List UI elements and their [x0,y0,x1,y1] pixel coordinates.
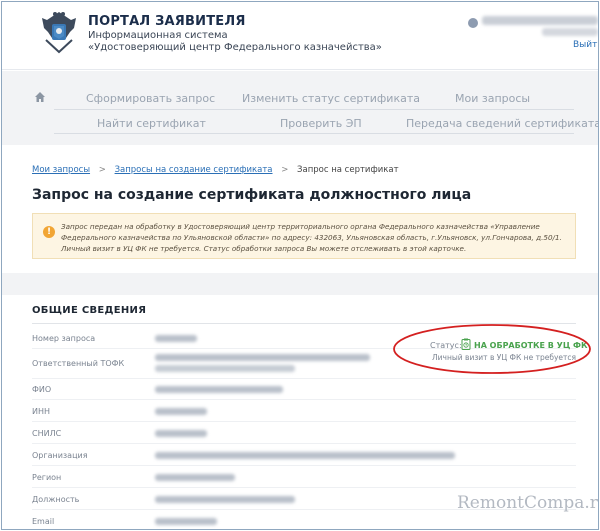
row-divider [32,465,576,466]
nav-divider [54,109,574,110]
nav-transfer-cert-info[interactable]: Передача сведений сертификата [406,117,598,130]
logout-link[interactable]: Выйти [573,40,598,50]
field-label-inn: ИНН [32,407,51,416]
field-label-position: Должность [32,495,80,504]
field-label-organization: Организация [32,451,88,460]
field-label-request-number: Номер запроса [32,334,96,343]
nav-change-status[interactable]: Изменить статус сертификата [242,92,420,105]
page-title: Запрос на создание сертификата должностн… [32,187,472,203]
field-value-organization [155,452,455,459]
warning-icon: ! [43,226,55,238]
row-divider [32,443,576,444]
breadcrumb-current: Запрос на сертификат [297,165,399,175]
breadcrumb: Мои запросы > Запросы на создание сертиф… [32,165,399,175]
user-role-blurred [542,28,598,36]
annotation-ellipse [393,324,591,374]
portal-title: ПОРТАЛ ЗАЯВИТЕЛЯ [88,14,246,29]
emblem-icon [42,12,76,54]
portal-subtitle-line1: Информационная система [88,30,228,41]
header: ПОРТАЛ ЗАЯВИТЕЛЯ Информационная система … [2,2,598,70]
field-label-region: Регион [32,473,62,482]
breadcrumb-create-requests[interactable]: Запросы на создание сертификата [115,165,273,175]
row-divider [32,399,576,400]
main-nav: Сформировать запрос Изменить статус серт… [2,71,598,145]
nav-divider-bottom [54,133,574,134]
browser-frame: ПОРТАЛ ЗАЯВИТЕЛЯ Информационная система … [1,1,599,530]
section-title-general: ОБЩИЕ СВЕДЕНИЯ [32,305,147,316]
portal-subtitle: Информационная система «Удостоверяющий ц… [88,30,382,54]
row-divider [32,487,576,488]
breadcrumb-separator: > [281,165,289,175]
notice-text: Запрос передан на обработку в Удостоверя… [61,222,562,253]
nav-find-certificate[interactable]: Найти сертификат [97,117,206,130]
user-name-blurred [482,16,598,25]
info-notice: ! Запрос передан на обработку в Удостове… [32,213,576,259]
field-value-request-number [155,335,197,342]
field-value-tofk-2 [155,365,295,372]
field-value-region [155,474,235,481]
breadcrumb-my-requests[interactable]: Мои запросы [32,165,90,175]
field-value-email [155,518,217,525]
nav-verify-signature[interactable]: Проверить ЭП [280,117,362,130]
portal-subtitle-line2: «Удостоверяющий центр Федерального казна… [88,42,382,53]
field-label-email: Email [32,517,55,526]
home-icon[interactable] [34,91,46,103]
field-label-fio: ФИО [32,385,52,394]
field-value-fio [155,386,283,393]
watermark: RemontCompa.ru [457,493,599,513]
row-divider [32,378,576,379]
field-value-position [155,496,295,503]
section-divider [2,273,598,295]
nav-my-requests[interactable]: Мои запросы [455,92,530,105]
breadcrumb-separator: > [98,165,106,175]
field-value-snils [155,430,207,437]
field-label-tofk: Ответственный ТОФК [32,359,125,368]
field-label-snils: СНИЛС [32,429,62,438]
row-divider [32,421,576,422]
user-avatar-icon[interactable] [468,18,478,28]
field-value-tofk [155,354,370,361]
nav-create-request[interactable]: Сформировать запрос [86,92,215,105]
field-value-inn [155,408,207,415]
